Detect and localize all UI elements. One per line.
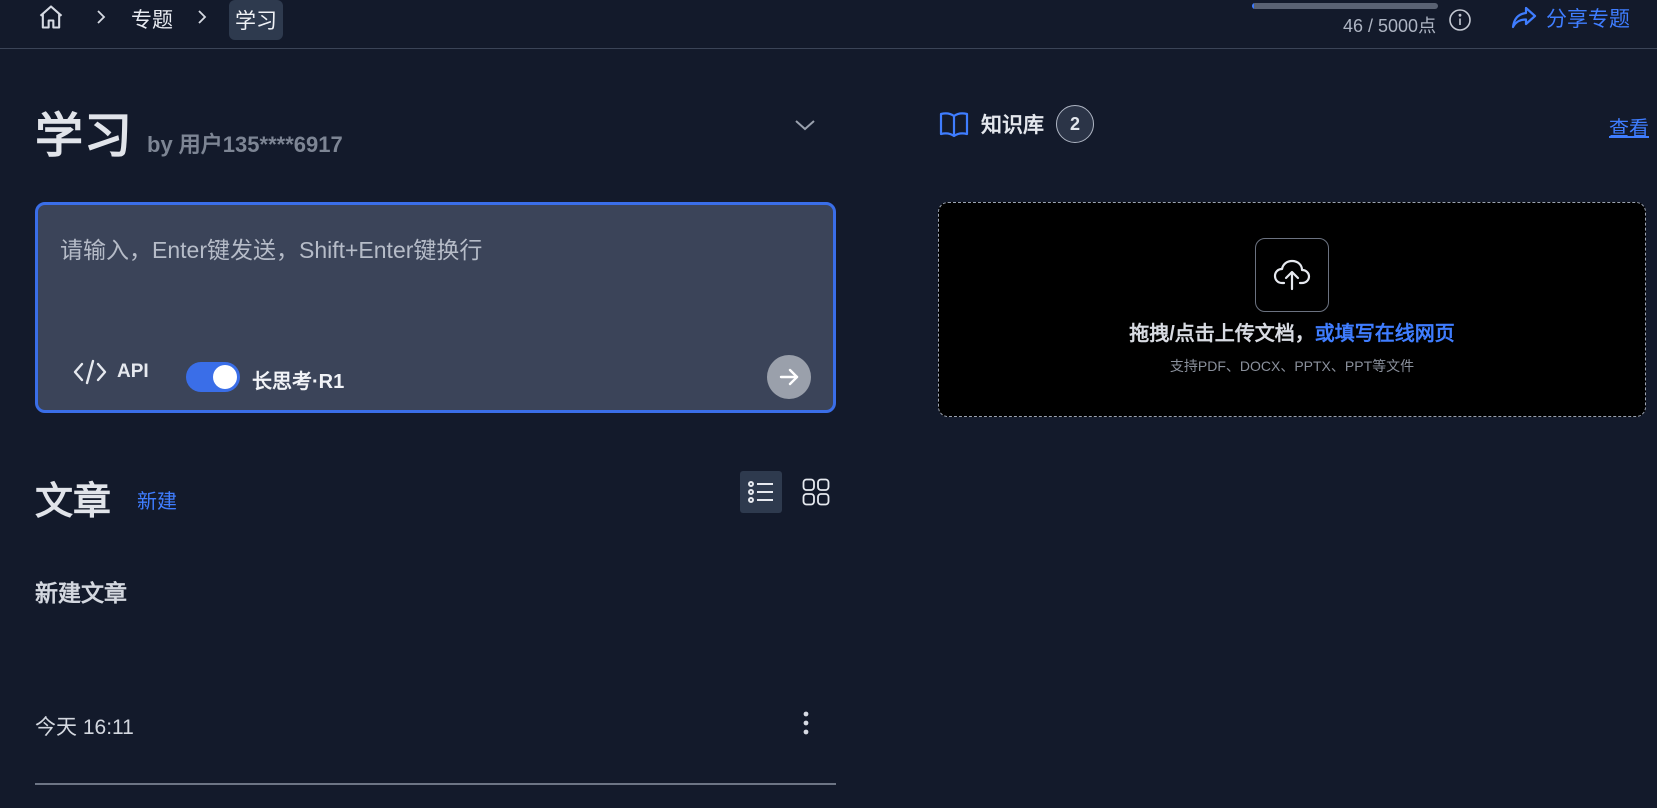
chevron-right-icon bbox=[94, 8, 108, 26]
upload-instructions: 拖拽/点击上传文档，或填写在线网页 bbox=[939, 317, 1645, 346]
api-label: API bbox=[117, 361, 149, 382]
knowledge-base-view-link[interactable]: 查看 bbox=[1609, 112, 1649, 141]
code-icon bbox=[73, 359, 107, 385]
quota-text: 46 / 5000点 bbox=[1343, 16, 1437, 36]
upload-cloud-icon bbox=[1255, 238, 1329, 312]
chat-input-box[interactable]: 请输入，Enter键发送，Shift+Enter键换行 API 长思考·R1 bbox=[35, 202, 836, 413]
info-icon[interactable] bbox=[1448, 8, 1472, 32]
chat-input-placeholder[interactable]: 请输入，Enter键发送，Shift+Enter键换行 bbox=[60, 231, 482, 265]
chevron-down-icon[interactable] bbox=[792, 112, 818, 138]
knowledge-base-header: 知识库 2 bbox=[939, 105, 1094, 143]
knowledge-base-count-badge: 2 bbox=[1056, 105, 1094, 143]
article-date: 今天 16:11 bbox=[35, 716, 134, 739]
breadcrumb-current[interactable]: 学习 bbox=[229, 0, 283, 40]
home-icon[interactable] bbox=[36, 2, 66, 32]
list-view-button[interactable] bbox=[740, 471, 782, 513]
share-label: 分享专题 bbox=[1546, 8, 1630, 31]
upload-dropzone[interactable]: 拖拽/点击上传文档，或填写在线网页 支持PDF、DOCX、PPTX、PPT等文件 bbox=[938, 202, 1646, 417]
quota-progress-bar bbox=[1252, 3, 1438, 9]
arrow-right-icon bbox=[779, 368, 799, 386]
online-webpage-link[interactable]: 或填写在线网页 bbox=[1315, 323, 1455, 345]
deep-think-toggle[interactable] bbox=[186, 362, 240, 392]
breadcrumb-topics[interactable]: 专题 bbox=[131, 4, 173, 34]
grid-view-button[interactable] bbox=[795, 471, 837, 513]
send-button[interactable] bbox=[767, 355, 811, 399]
upload-hint: 支持PDF、DOCX、PPTX、PPT等文件 bbox=[1169, 358, 1415, 374]
api-button[interactable]: API bbox=[73, 358, 149, 386]
book-icon bbox=[939, 112, 969, 138]
list-icon bbox=[748, 481, 773, 503]
top-bar: 专题 学习 46 / 5000点 分享专题 bbox=[0, 0, 1657, 49]
article-title[interactable]: 新建文章 bbox=[35, 574, 127, 608]
article-divider bbox=[35, 783, 836, 785]
share-topic-button[interactable]: 分享专题 bbox=[1510, 2, 1630, 34]
toggle-knob bbox=[213, 365, 237, 389]
share-icon bbox=[1511, 6, 1537, 29]
chevron-right-icon bbox=[195, 8, 209, 26]
upload-text: 拖拽/点击上传文档， bbox=[1129, 323, 1315, 345]
page-author: by 用户135****6917 bbox=[147, 132, 343, 157]
topic-header: 学习 by 用户135****6917 bbox=[35, 96, 343, 166]
more-options-icon[interactable] bbox=[794, 707, 818, 739]
grid-icon bbox=[802, 478, 830, 506]
deep-think-label: 长思考·R1 bbox=[252, 371, 345, 393]
knowledge-base-label: 知识库 bbox=[981, 114, 1044, 137]
page-title: 学习 bbox=[35, 110, 134, 163]
articles-section-title: 文章 bbox=[35, 481, 112, 523]
quota-progress-fill bbox=[1252, 3, 1254, 9]
new-article-link[interactable]: 新建 bbox=[137, 485, 177, 514]
